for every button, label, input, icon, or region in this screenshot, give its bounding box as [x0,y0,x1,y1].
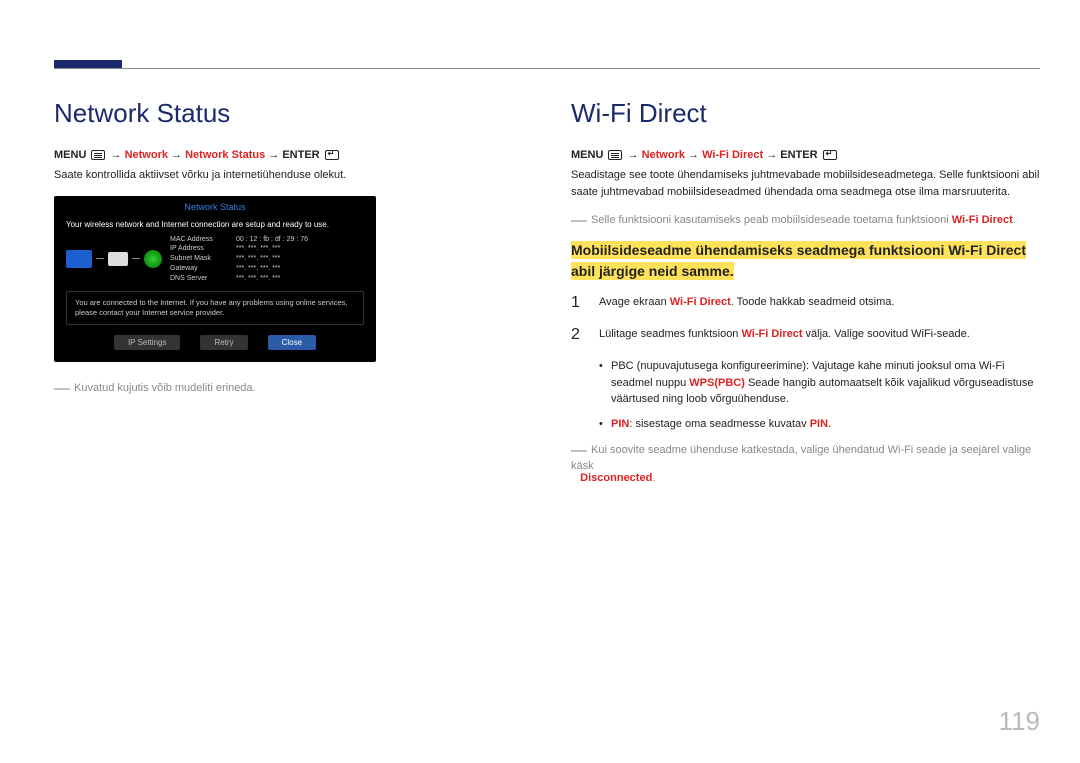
close-button[interactable]: Close [268,335,316,350]
menu-path-wifi-direct: MENU → Network → Wi-Fi Direct → ENTER [571,149,1040,161]
router-icon [108,252,128,266]
network-info-table: MAC Address00 : 12 : fb : df : 29 : 76 I… [170,235,308,284]
menu-path-network-status: MENU → Network → Network Status → ENTER [54,149,523,161]
ss-title: Network Status [54,196,376,216]
menu-icon [608,150,622,160]
enter-icon [823,150,837,160]
steps-heading-highlight: Mobiilsideseadme ühendamiseks seadmega f… [571,240,1040,282]
menu-icon [91,150,105,160]
globe-icon [144,250,162,268]
tv-icon [66,250,92,268]
sub-bullets: PBC (nupuvajutusega konfigureerimine): V… [599,358,1040,432]
heading-wifi-direct: Wi-Fi Direct [571,98,1040,129]
ip-settings-button[interactable]: IP Settings [114,335,181,350]
ss-ready-msg: Your wireless network and Internet conne… [66,220,364,229]
connection-diagram [66,250,162,268]
wifi-direct-desc: Seadistage see toote ühendamiseks juhtme… [571,167,1040,200]
network-status-desc: Saate kontrollida aktiivset võrku ja int… [54,167,523,184]
network-status-screenshot: Network Status Your wireless network and… [54,196,376,362]
disconnect-note: ―Kui soovite seadme ühenduse katkestada,… [571,442,1040,484]
image-note: ―Kuvatud kujutis võib mudeliti erineda. [54,380,523,398]
bullet-pbc: PBC (nupuvajutusega konfigureerimine): V… [599,358,1040,408]
header-accent-bar [54,60,122,68]
wifi-direct-support-note: ―Selle funktsiooni kasutamiseks peab mob… [571,212,1040,230]
steps-list: 1 Avage ekraan Wi-Fi Direct. Toode hakka… [571,294,1040,344]
right-column: Wi-Fi Direct MENU → Network → Wi-Fi Dire… [571,98,1040,484]
page-number: 119 [999,706,1040,737]
page-body: Network Status MENU → Network → Network … [54,98,1040,484]
retry-button[interactable]: Retry [200,335,247,350]
step-1: 1 Avage ekraan Wi-Fi Direct. Toode hakka… [571,294,1040,312]
step-2: 2 Lülitage seadmes funktsioon Wi-Fi Dire… [571,326,1040,344]
header-rule [54,68,1040,69]
bullet-pin: PIN: sisestage oma seadmesse kuvatav PIN… [599,416,1040,433]
left-column: Network Status MENU → Network → Network … [54,98,523,484]
ss-connected-info: You are connected to the Internet. If yo… [66,291,364,325]
heading-network-status: Network Status [54,98,523,129]
enter-icon [325,150,339,160]
